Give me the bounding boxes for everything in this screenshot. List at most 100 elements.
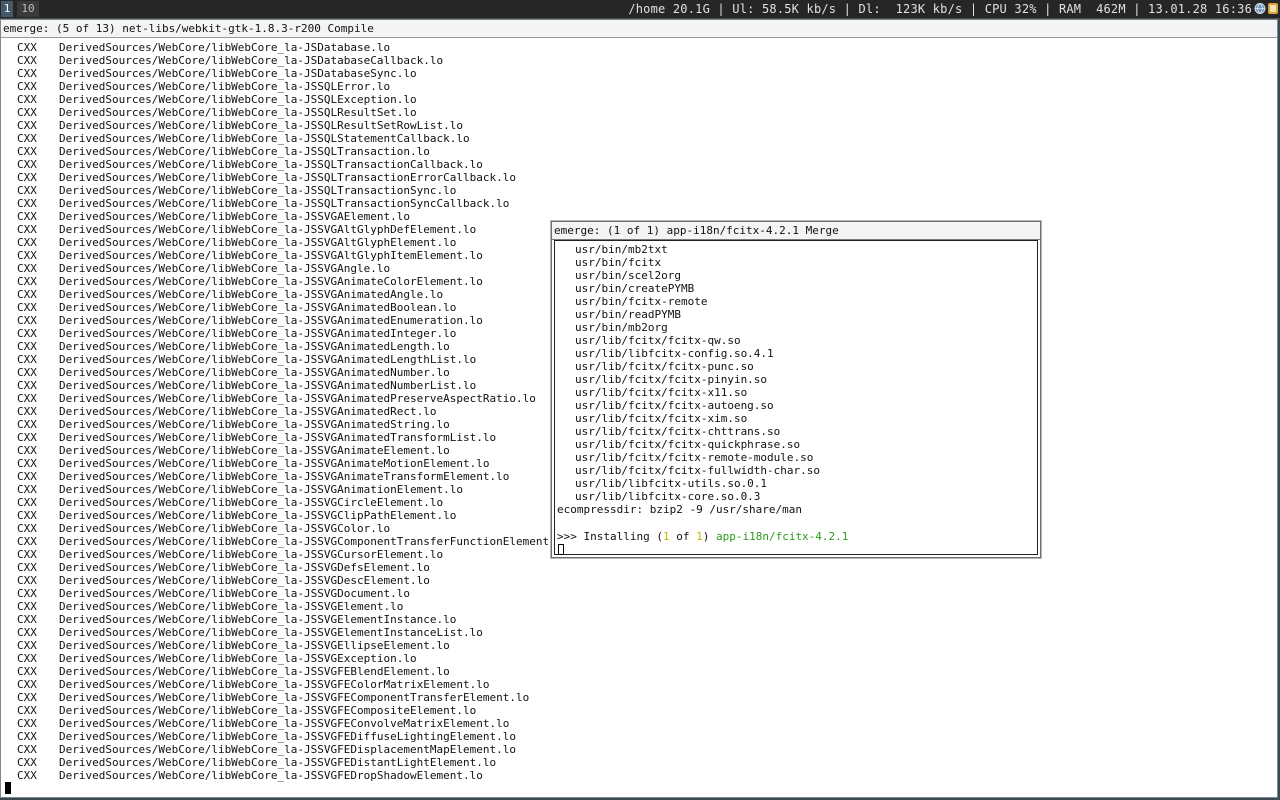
terminal-cursor (5, 782, 11, 794)
install-current: 1 (662, 530, 670, 543)
build-line-path: DerivedSources/WebCore/libWebCore_la-JSS… (59, 405, 437, 418)
build-line-path: DerivedSources/WebCore/libWebCore_la-JSS… (59, 470, 510, 483)
build-line-path: DerivedSources/WebCore/libWebCore_la-JSS… (59, 587, 410, 600)
installed-file: usr/bin/readPYMB (575, 308, 681, 321)
build-line-command: CXX (17, 158, 37, 171)
build-line-path: DerivedSources/WebCore/libWebCore_la-JSS… (59, 678, 490, 691)
ecompress-line: ecompressdir: bzip2 -9 /usr/share/man (557, 503, 803, 516)
build-line-command: CXX (17, 106, 37, 119)
build-line-command: CXX (17, 327, 37, 340)
build-line: CXX DerivedSources/WebCore/libWebCore_la-… (17, 769, 617, 782)
build-line: CXX DerivedSources/WebCore/libWebCore_la-… (17, 613, 617, 626)
build-line-path: DerivedSources/WebCore/libWebCore_la-JSS… (59, 431, 497, 444)
build-line-path: DerivedSources/WebCore/libWebCore_la-JSS… (59, 379, 477, 392)
build-line: CXX DerivedSources/WebCore/libWebCore_la-… (17, 418, 617, 431)
build-line: CXX DerivedSources/WebCore/libWebCore_la-… (17, 93, 617, 106)
installed-file: usr/lib/fcitx/fcitx-quickphrase.so (575, 438, 801, 451)
popup-terminal[interactable]: usr/bin/mb2txt usr/bin/fcitx usr/bin/scel2… (554, 240, 1038, 555)
installed-file: usr/bin/mb2txt (575, 243, 668, 256)
build-line: CXX DerivedSources/WebCore/libWebCore_la-… (17, 119, 617, 132)
build-line: CXX DerivedSources/WebCore/libWebCore_la-… (17, 548, 617, 561)
build-line-command: CXX (17, 522, 37, 535)
build-line-command: CXX (17, 613, 37, 626)
build-line-path: DerivedSources/WebCore/libWebCore_la-JSS… (59, 327, 457, 340)
build-line: CXX DerivedSources/WebCore/libWebCore_la-… (17, 509, 617, 522)
build-line: CXX DerivedSources/WebCore/libWebCore_la-… (17, 457, 617, 470)
build-line-command: CXX (17, 743, 37, 756)
build-line-command: CXX (17, 392, 37, 405)
top-status-bar: 1 10 /home 20.1G | Ul: 58.5K kb/s | Dl: … (0, 0, 1280, 19)
build-line-command: CXX (17, 600, 37, 613)
build-line: CXX DerivedSources/WebCore/libWebCore_la-… (17, 522, 617, 535)
tag-10[interactable]: 10 (17, 1, 39, 17)
build-line: CXX DerivedSources/WebCore/libWebCore_la-… (17, 678, 617, 691)
build-line: CXX DerivedSources/WebCore/libWebCore_la-… (17, 288, 617, 301)
build-line-command: CXX (17, 691, 37, 704)
build-line-command: CXX (17, 626, 37, 639)
build-line-path: DerivedSources/WebCore/libWebCore_la-JSS… (59, 704, 477, 717)
installed-file: usr/lib/fcitx/fcitx-chttrans.so (575, 425, 781, 438)
build-line: CXX DerivedSources/WebCore/libWebCore_la-… (17, 275, 617, 288)
build-line: CXX DerivedSources/WebCore/libWebCore_la-… (17, 483, 617, 496)
app-icon[interactable] (1267, 2, 1279, 15)
build-line-path: DerivedSources/WebCore/libWebCore_la-JSS… (59, 561, 430, 574)
build-line-path: DerivedSources/WebCore/libWebCore_la-JSS… (59, 717, 510, 730)
merge-popup-window[interactable]: emerge: (1 of 1) app-i18n/fcitx-4.2.1 Me… (551, 221, 1041, 558)
popup-cursor (558, 544, 564, 555)
build-line-command: CXX (17, 457, 37, 470)
install-status-line: >>> Installing (1 of 1) app-i18n/fcitx-4… (557, 530, 848, 543)
build-line-path: DerivedSources/WebCore/libWebCore_la-JSS… (59, 535, 569, 548)
build-line: CXX DerivedSources/WebCore/libWebCore_la-… (17, 54, 617, 67)
build-line-path: DerivedSources/WebCore/libWebCore_la-JSS… (59, 652, 417, 665)
build-line-command: CXX (17, 132, 37, 145)
build-line-command: CXX (17, 54, 37, 67)
build-line: CXX DerivedSources/WebCore/libWebCore_la-… (17, 327, 617, 340)
build-line: CXX DerivedSources/WebCore/libWebCore_la-… (17, 41, 617, 54)
installed-file: usr/lib/libfcitx-utils.so.0.1 (575, 477, 768, 490)
build-line-command: CXX (17, 652, 37, 665)
build-line-path: DerivedSources/WebCore/libWebCore_la-JSS… (59, 600, 404, 613)
build-line-command: CXX (17, 236, 37, 249)
build-line: CXX DerivedSources/WebCore/libWebCore_la-… (17, 353, 617, 366)
build-line-path: DerivedSources/WebCore/libWebCore_la-JSS… (59, 119, 463, 132)
build-line-command: CXX (17, 444, 37, 457)
build-line-command: CXX (17, 418, 37, 431)
build-line-command: CXX (17, 756, 37, 769)
installed-file: usr/lib/fcitx/fcitx-xim.so (575, 412, 748, 425)
installed-file-list: usr/bin/mb2txt usr/bin/fcitx usr/bin/scel2… (575, 243, 820, 503)
build-line-command: CXX (17, 262, 37, 275)
build-line-command: CXX (17, 314, 37, 327)
build-line: CXX DerivedSources/WebCore/libWebCore_la-… (17, 535, 617, 548)
installed-file: usr/lib/fcitx/fcitx-fullwidth-char.so (575, 464, 821, 477)
build-line: CXX DerivedSources/WebCore/libWebCore_la-… (17, 314, 617, 327)
build-line-command: CXX (17, 769, 37, 782)
system-status: /home 20.1G | Ul: 58.5K kb/s | Dl: 123K … (628, 2, 1252, 16)
installed-file: usr/lib/libfcitx-config.so.4.1 (575, 347, 774, 360)
tag-1[interactable]: 1 (1, 1, 13, 17)
build-line-path: DerivedSources/WebCore/libWebCore_la-JSS… (59, 340, 450, 353)
build-line: CXX DerivedSources/WebCore/libWebCore_la-… (17, 717, 617, 730)
build-line-command: CXX (17, 119, 37, 132)
installed-file: usr/lib/fcitx/fcitx-remote-module.so (575, 451, 814, 464)
build-line: CXX DerivedSources/WebCore/libWebCore_la-… (17, 184, 617, 197)
build-line: CXX DerivedSources/WebCore/libWebCore_la-… (17, 704, 617, 717)
installed-file: usr/lib/fcitx/fcitx-x11.so (575, 386, 748, 399)
globe-icon[interactable] (1254, 2, 1266, 15)
install-package: app-i18n/fcitx-4.2.1 (715, 530, 849, 543)
build-line-command: CXX (17, 665, 37, 678)
installed-file: usr/lib/fcitx/fcitx-qw.so (575, 334, 741, 347)
build-line-command: CXX (17, 574, 37, 587)
build-line-command: CXX (17, 301, 37, 314)
build-line-path: DerivedSources/WebCore/libWebCore_la-JSS… (59, 743, 516, 756)
build-line-command: CXX (17, 184, 37, 197)
build-line-command: CXX (17, 431, 37, 444)
build-line: CXX DerivedSources/WebCore/libWebCore_la-… (17, 236, 617, 249)
build-line-path: DerivedSources/WebCore/libWebCore_la-JSS… (59, 626, 483, 639)
build-line-path: DerivedSources/WebCore/libWebCore_la-JSS… (59, 665, 450, 678)
build-line-path: DerivedSources/WebCore/libWebCore_la-JSS… (59, 392, 536, 405)
build-line-path: DerivedSources/WebCore/libWebCore_la-JSS… (59, 210, 410, 223)
build-line: CXX DerivedSources/WebCore/libWebCore_la-… (17, 470, 617, 483)
build-line-command: CXX (17, 223, 37, 236)
installed-file: usr/lib/libfcitx-core.so.0.3 (575, 490, 761, 503)
build-line-command: CXX (17, 483, 37, 496)
